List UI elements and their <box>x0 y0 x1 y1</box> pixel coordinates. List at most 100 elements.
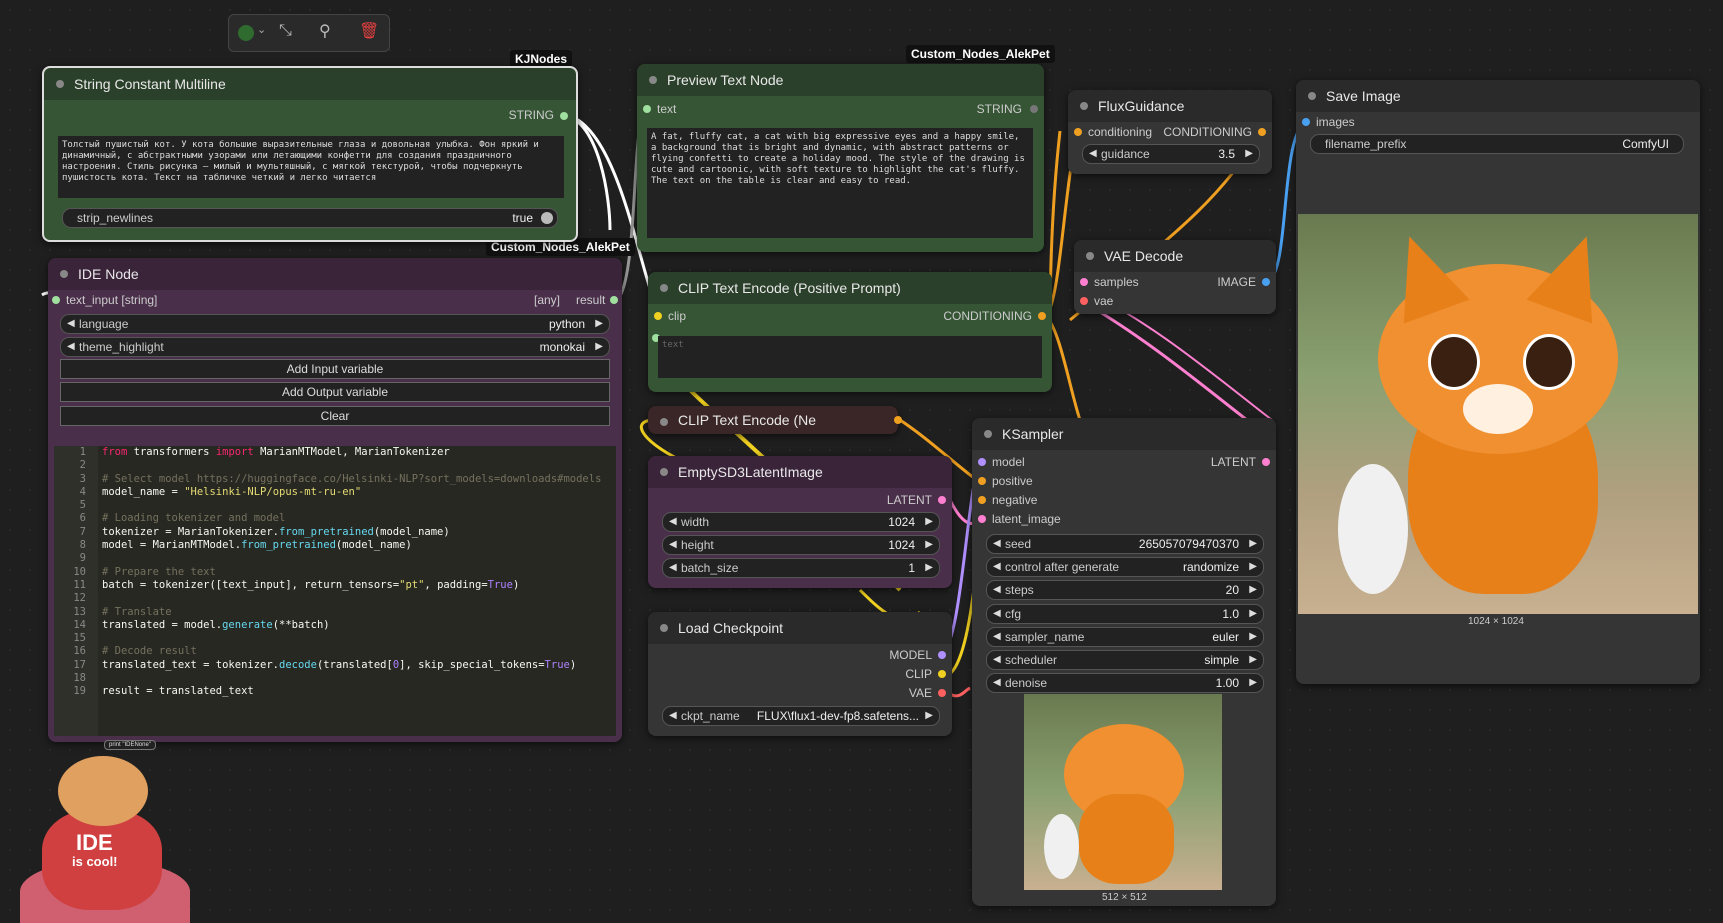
guidance-widget[interactable]: ◀ guidance 3.5 ▶ <box>1082 144 1260 164</box>
input-slot[interactable] <box>978 458 986 466</box>
decrement-icon[interactable]: ◀ <box>669 707 677 725</box>
increment-icon[interactable]: ▶ <box>1249 651 1257 669</box>
decrement-icon[interactable]: ◀ <box>993 651 1001 669</box>
ksampler-widget-control-after-generate[interactable]: ◀ control after generate randomize ▶ <box>986 557 1264 578</box>
vae-decode-node[interactable]: VAE Decode samples vae IMAGE <box>1074 240 1276 314</box>
input-slot[interactable] <box>1074 128 1082 136</box>
decrement-icon[interactable]: ◀ <box>669 536 677 554</box>
widget-value: 265057079470370 <box>1138 537 1239 551</box>
add-output-button[interactable]: Add Output variable <box>60 382 610 402</box>
ksampler-widget-steps[interactable]: ◀ steps 20 ▶ <box>986 580 1264 601</box>
decrement-icon[interactable]: ◀ <box>669 513 677 531</box>
width-widget[interactable]: ◀ width 1024 ▶ <box>662 512 940 532</box>
input-label: conditioning <box>1088 125 1153 139</box>
any-label: [any] <box>534 293 561 307</box>
input-label: clip <box>668 309 687 323</box>
code-editor[interactable]: 1 2 3 4 5 6 7 8 9 10 11 12 13 14 15 16 17 18 19 from trans… <box>54 446 616 736</box>
decrement-icon[interactable]: ◀ <box>993 535 1001 553</box>
increment-icon[interactable]: ▶ <box>1249 674 1257 692</box>
input-slot[interactable] <box>978 477 986 485</box>
pin-icon[interactable]: ⚲ <box>319 21 331 41</box>
increment-icon[interactable]: ▶ <box>1249 628 1257 646</box>
decrement-icon[interactable]: ◀ <box>993 605 1001 623</box>
ide-node[interactable]: IDE Node text_input [string] [any] resul… <box>48 258 622 742</box>
output-slot[interactable] <box>938 689 946 697</box>
delete-icon[interactable]: 🗑 <box>359 21 379 41</box>
increment-icon[interactable]: ▶ <box>1249 535 1257 553</box>
output-slot[interactable] <box>894 416 902 424</box>
input-slot[interactable] <box>1080 278 1088 286</box>
increment-icon[interactable]: ▶ <box>1249 581 1257 599</box>
widget-label: filename_prefix <box>1325 137 1407 151</box>
output-label: CONDITIONING <box>943 309 1032 323</box>
ksampler-widget-denoise[interactable]: ◀ denoise 1.00 ▶ <box>986 673 1264 694</box>
decrement-icon[interactable]: ◀ <box>1089 145 1097 163</box>
ksampler-widget-cfg[interactable]: ◀ cfg 1.0 ▶ <box>986 603 1264 624</box>
increment-icon[interactable]: ▶ <box>1249 558 1257 576</box>
increment-icon[interactable]: ▶ <box>595 338 603 356</box>
clip-negative-node[interactable]: CLIP Text Encode (Ne <box>648 406 902 434</box>
output-slot[interactable] <box>610 296 618 304</box>
string-constant-node[interactable]: String Constant Multiline STRING Толстый… <box>42 66 578 242</box>
output-slot[interactable] <box>1258 128 1266 136</box>
output-slot[interactable] <box>1262 458 1270 466</box>
node-title: Save Image <box>1296 80 1700 112</box>
flux-guidance-node[interactable]: FluxGuidance conditioning CONDITIONING ◀… <box>1068 90 1272 174</box>
output-slot[interactable] <box>1038 312 1046 320</box>
ksampler-widget-seed[interactable]: ◀ seed 265057079470370 ▶ <box>986 534 1264 554</box>
increment-icon[interactable]: ▶ <box>925 513 933 531</box>
theme-select[interactable]: ◀ theme_highlight monokai ▶ <box>60 337 610 357</box>
increment-icon[interactable]: ▶ <box>925 559 933 577</box>
input-slot[interactable] <box>52 296 60 304</box>
increment-icon[interactable]: ▶ <box>925 536 933 554</box>
widget-value: 1 <box>908 561 915 575</box>
input-slot[interactable] <box>1080 297 1088 305</box>
save-image-node[interactable]: Save Image images filename_prefix ComfyU… <box>1296 80 1700 684</box>
increment-icon[interactable]: ▶ <box>925 707 933 725</box>
widget-value: 1024 <box>888 515 915 529</box>
increment-icon[interactable]: ▶ <box>1249 605 1257 623</box>
decrement-icon[interactable]: ◀ <box>993 581 1001 599</box>
increment-icon[interactable]: ▶ <box>595 315 603 333</box>
widget-label: seed <box>1005 537 1032 551</box>
clip-positive-node[interactable]: CLIP Text Encode (Positive Prompt) clip … <box>648 272 1052 392</box>
prompt-input[interactable]: text <box>658 336 1042 378</box>
output-slot[interactable] <box>560 112 568 120</box>
chevron-down-icon[interactable]: ⌄ <box>257 23 266 36</box>
output-slot[interactable] <box>1030 105 1038 113</box>
empty-latent-node[interactable]: EmptySD3LatentImage LATENT ◀ width 1024 … <box>648 456 952 588</box>
input-slot[interactable] <box>978 496 986 504</box>
add-input-button[interactable]: Add Input variable <box>60 359 610 379</box>
decrement-icon[interactable]: ◀ <box>993 674 1001 692</box>
output-slot[interactable] <box>938 670 946 678</box>
input-slot[interactable] <box>978 515 986 523</box>
load-checkpoint-node[interactable]: Load Checkpoint MODEL CLIP VAE ◀ ckpt_na… <box>648 612 952 736</box>
output-slot[interactable] <box>938 496 946 504</box>
ksampler-widget-scheduler[interactable]: ◀ scheduler simple ▶ <box>986 650 1264 670</box>
decrement-icon[interactable]: ◀ <box>67 315 75 333</box>
strip-newlines-toggle[interactable]: strip_newlines true <box>62 208 558 228</box>
language-select[interactable]: ◀ language python ▶ <box>60 314 610 334</box>
decrement-icon[interactable]: ◀ <box>993 558 1001 576</box>
input-slot[interactable] <box>643 105 651 113</box>
ksampler-node[interactable]: KSampler model positive negative latent_… <box>972 418 1276 906</box>
decrement-icon[interactable]: ◀ <box>993 628 1001 646</box>
filename-prefix-widget[interactable]: filename_prefix ComfyUI <box>1310 134 1684 154</box>
clear-button[interactable]: Clear <box>60 406 610 426</box>
bypass-icon[interactable]: ⤡ <box>279 22 292 40</box>
output-slot[interactable] <box>938 651 946 659</box>
text-input[interactable]: Толстый пушистый кот. У кота большие выр… <box>58 136 564 198</box>
color-picker-icon[interactable] <box>238 25 254 41</box>
increment-icon[interactable]: ▶ <box>1245 145 1253 163</box>
input-slot[interactable] <box>654 312 662 320</box>
height-widget[interactable]: ◀ height 1024 ▶ <box>662 535 940 555</box>
output-image <box>1298 214 1698 614</box>
batch-size-widget[interactable]: ◀ batch_size 1 ▶ <box>662 558 940 578</box>
preview-text-node[interactable]: Preview Text Node text STRING A fat, flu… <box>637 64 1044 252</box>
decrement-icon[interactable]: ◀ <box>669 559 677 577</box>
ksampler-widget-sampler_name[interactable]: ◀ sampler_name euler ▶ <box>986 626 1264 647</box>
output-slot[interactable] <box>1262 278 1270 286</box>
ckpt-name-select[interactable]: ◀ ckpt_name FLUX\flux1-dev-fp8.safetens.… <box>662 706 940 726</box>
input-slot[interactable] <box>1302 118 1310 126</box>
decrement-icon[interactable]: ◀ <box>67 338 75 356</box>
